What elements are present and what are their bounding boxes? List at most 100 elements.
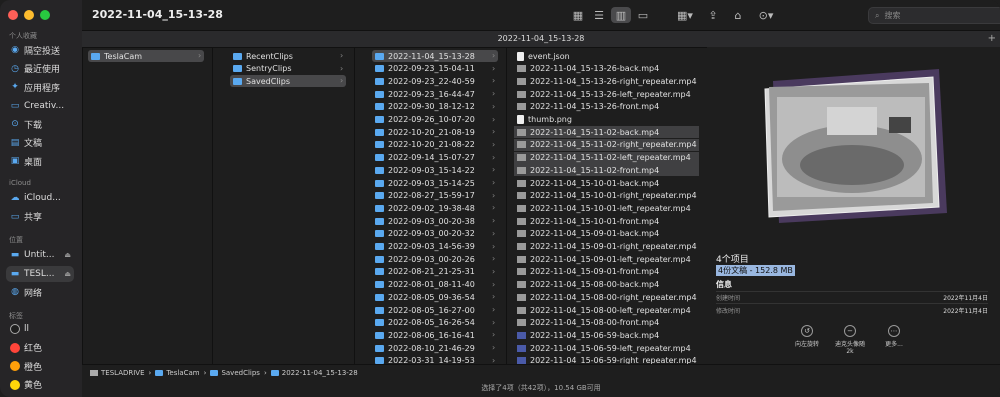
action-button[interactable]: ⊙▾ bbox=[755, 7, 777, 23]
item-label: 2022-11-04_15-10-01-front.mp4 bbox=[530, 216, 660, 226]
sidebar-tag-item[interactable]: ll bbox=[6, 321, 74, 337]
sidebar-tag-item[interactable]: 红色 bbox=[6, 340, 74, 356]
folder-row[interactable]: TeslaCam bbox=[88, 50, 204, 62]
sidebar-item[interactable]: ◷ 最近使用 bbox=[6, 61, 74, 77]
sidebar-item[interactable]: ◉ 隔空投送 bbox=[6, 42, 74, 58]
folder-row[interactable]: 2022-09-26_10-07-20 bbox=[372, 114, 498, 126]
folder-row[interactable]: 2022-08-05_09-36-54 bbox=[372, 291, 498, 303]
sidebar-tag-item[interactable]: 橙色 bbox=[6, 358, 74, 374]
minimize-button[interactable] bbox=[24, 10, 34, 20]
sidebar-tag-item[interactable]: 黄色 bbox=[6, 377, 74, 393]
folder-row[interactable]: 2022-08-27_15-59-17 bbox=[372, 190, 498, 202]
sidebar-item[interactable]: ◍ 网络 bbox=[6, 284, 74, 300]
file-row[interactable]: 2022-11-04_15-11-02-front.mp4 bbox=[514, 164, 699, 177]
video-file-icon bbox=[517, 243, 526, 250]
folder-row[interactable]: 2022-09-03_00-20-38 bbox=[372, 215, 498, 227]
column-view-button[interactable]: ▥ bbox=[611, 7, 631, 23]
sidebar-item[interactable]: ▬ Untit... ⏏ bbox=[6, 247, 74, 263]
icon-view-button[interactable]: ▦ bbox=[569, 7, 587, 23]
eject-icon[interactable]: ⏏ bbox=[64, 251, 71, 259]
file-row[interactable]: 2022-11-04_15-09-01-right_repeater.mp4 bbox=[514, 241, 699, 253]
file-row[interactable]: 2022-11-04_15-13-26-back.mp4 bbox=[514, 63, 699, 75]
more-action[interactable]: ⋯ 更多... bbox=[869, 325, 919, 348]
folder-row[interactable]: SentryClips bbox=[230, 63, 346, 75]
folder-icon bbox=[375, 141, 384, 149]
file-row[interactable]: 2022-11-04_15-09-01-front.mp4 bbox=[514, 266, 699, 278]
path-segment[interactable]: 2022-11-04_15-13-28 bbox=[270, 369, 358, 377]
chevron-right-icon: › bbox=[340, 51, 344, 60]
folder-row[interactable]: 2022-09-03_14-56-39 bbox=[372, 241, 498, 253]
folder-row[interactable]: RecentClips bbox=[230, 50, 346, 62]
list-view-button[interactable]: ☰ bbox=[590, 7, 608, 23]
new-tab-button[interactable]: + bbox=[988, 31, 996, 47]
folder-row[interactable]: 2022-09-03_00-20-26 bbox=[372, 253, 498, 265]
path-segment[interactable]: TeslaCam bbox=[155, 369, 200, 377]
file-row[interactable]: event.json bbox=[514, 50, 699, 62]
sidebar-item[interactable]: ▬ TESL... ⏏ bbox=[6, 265, 74, 282]
sidebar-item[interactable]: ▤ 文稿 bbox=[6, 135, 74, 151]
file-row[interactable]: 2022-11-04_15-06-59-right_repeater.mp4 bbox=[514, 355, 699, 364]
file-row[interactable]: thumb.png bbox=[514, 114, 699, 126]
folder-row[interactable]: SavedClips bbox=[230, 75, 346, 88]
file-row[interactable]: 2022-11-04_15-06-59-back.mp4 bbox=[514, 329, 699, 341]
close-button[interactable] bbox=[8, 10, 18, 20]
folder-row[interactable]: 2022-08-01_08-11-40 bbox=[372, 279, 498, 291]
folder-row[interactable]: 2022-08-05_16-26-54 bbox=[372, 317, 498, 329]
share-button[interactable]: ⇪ bbox=[705, 7, 721, 23]
folder-row[interactable]: 2022-11-04_15-13-28 bbox=[372, 50, 498, 62]
folder-row[interactable]: 2022-08-05_16-27-00 bbox=[372, 304, 498, 316]
tag-color-dot bbox=[10, 361, 20, 371]
file-row[interactable]: 2022-11-04_15-09-01-left_repeater.mp4 bbox=[514, 253, 699, 265]
file-row[interactable]: 2022-11-04_15-13-26-right_repeater.mp4 bbox=[514, 75, 699, 87]
file-row[interactable]: 2022-11-04_15-09-01-back.mp4 bbox=[514, 228, 699, 240]
file-row[interactable]: 2022-11-04_15-10-01-front.mp4 bbox=[514, 215, 699, 227]
folder-row[interactable]: 2022-08-10_21-46-29 bbox=[372, 342, 498, 354]
file-row[interactable]: 2022-11-04_15-08-00-right_repeater.mp4 bbox=[514, 291, 699, 303]
search-field[interactable]: ⌕ 搜索 bbox=[868, 7, 1000, 24]
folder-row[interactable]: 2022-09-03_00-20-32 bbox=[372, 228, 498, 240]
group-button[interactable]: ▦▾ bbox=[674, 7, 696, 23]
file-row[interactable]: 2022-11-04_15-10-01-back.mp4 bbox=[514, 177, 699, 189]
folder-row[interactable]: 2022-08-06_16-16-41 bbox=[372, 329, 498, 341]
sidebar-item[interactable]: ▭ 共享 bbox=[6, 209, 74, 225]
folder-row[interactable]: 2022-09-14_15-07-27 bbox=[372, 152, 498, 164]
gallery-view-button[interactable]: ▭ bbox=[634, 7, 652, 23]
sidebar-item[interactable]: ☁ iCloud... bbox=[6, 190, 74, 206]
file-row[interactable]: 2022-11-04_15-08-00-front.mp4 bbox=[514, 317, 699, 329]
zoom-button[interactable] bbox=[40, 10, 50, 20]
file-row[interactable]: 2022-11-04_15-08-00-left_repeater.mp4 bbox=[514, 304, 699, 316]
path-segment[interactable]: SavedClips bbox=[210, 369, 260, 377]
folder-row[interactable]: 2022-09-23_15-04-11 bbox=[372, 63, 498, 75]
dedupe-action[interactable]: − 迪克头像随 2k bbox=[825, 325, 875, 355]
item-label: 2022-11-04_15-08-00-left_repeater.mp4 bbox=[530, 305, 691, 315]
sidebar-item[interactable]: ✦ 应用程序 bbox=[6, 79, 74, 95]
folder-row[interactable]: 2022-09-03_15-14-22 bbox=[372, 164, 498, 176]
folder-row[interactable]: 2022-09-02_19-38-48 bbox=[372, 202, 498, 214]
path-segment[interactable]: TESLADRIVE bbox=[90, 369, 145, 377]
folder-row[interactable]: 2022-10-20_21-08-19 bbox=[372, 126, 498, 138]
file-row[interactable]: 2022-11-04_15-08-00-back.mp4 bbox=[514, 279, 699, 291]
sidebar-item[interactable]: ▭ Creativ... bbox=[6, 98, 74, 114]
drive-icon bbox=[90, 370, 98, 376]
tag-button[interactable]: ⌂ bbox=[730, 7, 746, 23]
sidebar-item[interactable]: ▣ 桌面 bbox=[6, 153, 74, 169]
folder-row[interactable]: 2022-09-03_15-14-25 bbox=[372, 177, 498, 189]
folder-row[interactable]: 2022-09-30_18-12-12 bbox=[372, 101, 498, 113]
file-row[interactable]: 2022-11-04_15-11-02-right_repeater.mp4 bbox=[514, 138, 699, 151]
file-row[interactable]: 2022-11-04_15-10-01-left_repeater.mp4 bbox=[514, 202, 699, 214]
folder-row[interactable]: 2022-09-23_22-40-59 bbox=[372, 75, 498, 87]
folder-row[interactable]: 2022-10-20_21-08-22 bbox=[372, 139, 498, 151]
folder-row[interactable]: 2022-08-21_21-25-31 bbox=[372, 266, 498, 278]
file-row[interactable]: 2022-11-04_15-06-59-left_repeater.mp4 bbox=[514, 342, 699, 354]
file-row[interactable]: 2022-11-04_15-13-26-front.mp4 bbox=[514, 101, 699, 113]
tab-title[interactable]: 2022-11-04_15-13-28 bbox=[498, 34, 585, 43]
folder-row[interactable]: 2022-09-23_16-44-47 bbox=[372, 88, 498, 100]
folder-row[interactable]: 2022-03-31_14-19-53 bbox=[372, 355, 498, 364]
file-row[interactable]: 2022-11-04_15-11-02-left_repeater.mp4 bbox=[514, 151, 699, 164]
file-row[interactable]: 2022-11-04_15-13-26-left_repeater.mp4 bbox=[514, 88, 699, 100]
file-row[interactable]: 2022-11-04_15-10-01-right_repeater.mp4 bbox=[514, 190, 699, 202]
file-row[interactable]: 2022-11-04_15-11-02-back.mp4 bbox=[514, 126, 699, 139]
sidebar: 个人收藏 ◉ 隔空投送 ◷ 最近使用 ✦ 应用程序 ▭ Creativ... ⊙ 下载 ▤ 文稿 ▣ 桌面… bbox=[0, 0, 83, 397]
eject-icon[interactable]: ⏏ bbox=[64, 270, 71, 278]
sidebar-item[interactable]: ⊙ 下载 bbox=[6, 116, 74, 132]
